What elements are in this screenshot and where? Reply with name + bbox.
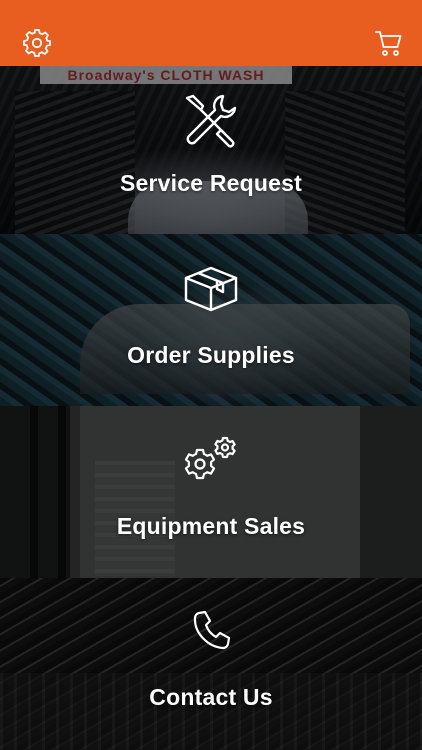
tile-order-supplies[interactable]: Order Supplies xyxy=(0,234,422,406)
top-bar xyxy=(0,0,422,66)
tile-service-request[interactable]: Broadway's CLOTH WASH Service Request xyxy=(0,66,422,234)
tile-label: Order Supplies xyxy=(127,342,295,368)
tile-label: Contact Us xyxy=(149,684,273,710)
tools-icon xyxy=(185,94,237,148)
tile-contact-us[interactable]: Contact Us xyxy=(0,578,422,750)
tile-overlay xyxy=(0,406,422,578)
phone-icon xyxy=(193,610,231,650)
cart-icon xyxy=(375,31,402,56)
tile-label: Service Request xyxy=(120,170,302,196)
tile-equipment-sales[interactable]: Equipment Sales xyxy=(0,406,422,578)
settings-button[interactable] xyxy=(22,28,52,58)
box-icon xyxy=(184,266,238,312)
cart-button[interactable] xyxy=(374,28,404,58)
gear-icon xyxy=(23,29,51,57)
tile-label: Equipment Sales xyxy=(116,513,306,539)
gears-icon xyxy=(184,436,236,480)
tile-overlay xyxy=(0,234,422,406)
tile-overlay xyxy=(0,578,422,750)
